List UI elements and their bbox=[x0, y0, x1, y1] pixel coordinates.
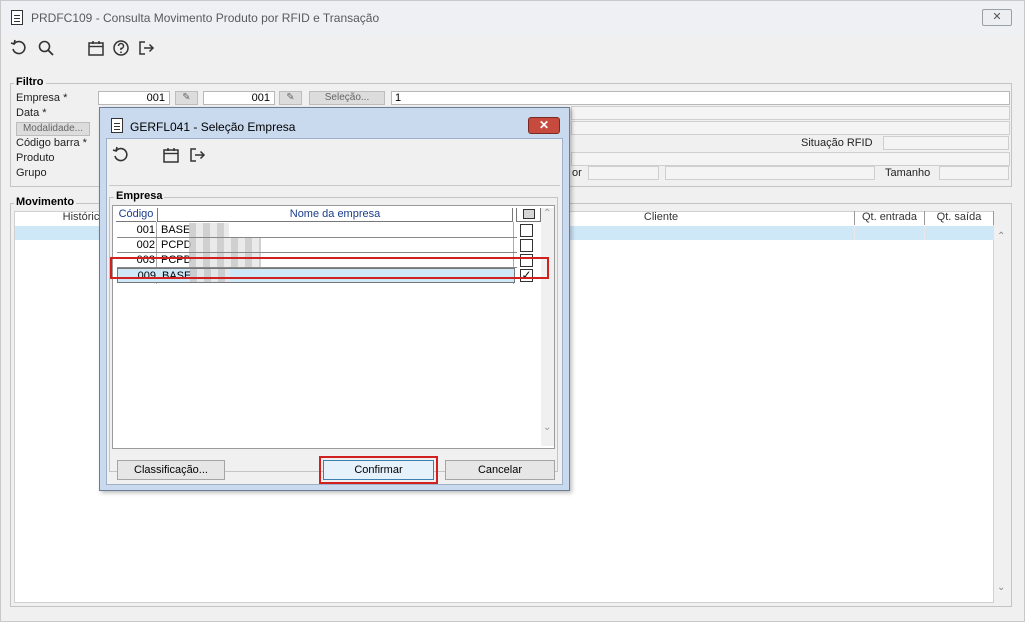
row-divider bbox=[924, 226, 925, 240]
movimento-title: Movimento bbox=[14, 196, 77, 208]
window-close-button[interactable]: ✕ bbox=[982, 9, 1012, 26]
grupo-label: Grupo bbox=[16, 167, 47, 179]
empresa-from-lookup-button[interactable]: ✎ bbox=[175, 91, 198, 105]
empresa-grid[interactable]: Código Nome da empresa 001 BASE 002 PCPD… bbox=[112, 205, 555, 449]
classificacao-button[interactable]: Classificação... bbox=[117, 460, 225, 480]
redacted-text bbox=[189, 223, 229, 237]
empresa-group-title: Empresa bbox=[114, 190, 165, 202]
col-qt-entrada[interactable]: Qt. entrada bbox=[854, 211, 924, 225]
dialog-exit-icon[interactable] bbox=[188, 146, 206, 164]
empresa-row[interactable]: 001 BASE bbox=[117, 223, 517, 238]
situacao-rfid-label: Situação RFID bbox=[801, 137, 873, 149]
produto-field[interactable] bbox=[571, 152, 1010, 166]
selecao-button[interactable]: Seleção... bbox=[309, 91, 385, 105]
empresa-to-lookup-button[interactable]: ✎ bbox=[279, 91, 302, 105]
empresa-label: Empresa * bbox=[16, 92, 68, 104]
confirmar-button[interactable]: Confirmar bbox=[323, 460, 434, 480]
select-all-icon[interactable] bbox=[523, 209, 535, 219]
redacted-text bbox=[189, 238, 261, 252]
cor-description-field[interactable] bbox=[665, 166, 875, 180]
col-nome-empresa[interactable]: Nome da empresa bbox=[157, 208, 513, 222]
modalidade-button[interactable]: Modalidade... bbox=[16, 122, 90, 136]
modalidade-field[interactable] bbox=[571, 121, 1010, 135]
dialog-title: GERFL041 - Seleção Empresa bbox=[130, 120, 296, 134]
title-bar: PRDFC109 - Consulta Movimento Produto po… bbox=[1, 1, 1024, 35]
cancelar-button[interactable]: Cancelar bbox=[445, 460, 555, 480]
search-icon[interactable] bbox=[37, 39, 55, 57]
tamanho-label: Tamanho bbox=[885, 167, 931, 179]
divider bbox=[109, 185, 560, 186]
scroll-up-icon[interactable]: ⌃ bbox=[997, 231, 1005, 242]
empresa-selection-field[interactable]: 1 bbox=[391, 91, 1010, 105]
dialog-close-button[interactable]: ✕ bbox=[528, 117, 560, 134]
calendar-icon[interactable] bbox=[87, 39, 105, 57]
scroll-up-icon[interactable]: ⌃ bbox=[543, 208, 551, 219]
situacao-rfid-field[interactable] bbox=[883, 136, 1009, 150]
data-field[interactable] bbox=[571, 106, 1010, 120]
row-checkbox[interactable] bbox=[520, 239, 533, 252]
dialog-body: Empresa Código Nome da empresa 001 BASE … bbox=[106, 138, 563, 485]
col-historico[interactable]: Históric bbox=[61, 211, 101, 225]
data-label: Data * bbox=[16, 107, 47, 119]
filtro-title: Filtro bbox=[14, 76, 46, 88]
refresh-icon[interactable] bbox=[10, 39, 28, 57]
dialog-calendar-icon[interactable] bbox=[162, 146, 180, 164]
col-codigo[interactable]: Código bbox=[116, 208, 156, 222]
scroll-down-icon[interactable]: ⌄ bbox=[543, 422, 551, 433]
dialog-refresh-icon[interactable] bbox=[112, 146, 130, 164]
col-qt-saida[interactable]: Qt. saída bbox=[924, 211, 994, 225]
row-divider bbox=[854, 226, 855, 240]
tamanho-field[interactable] bbox=[939, 166, 1009, 180]
produto-label: Produto bbox=[16, 152, 55, 164]
cor-label: or bbox=[572, 167, 582, 179]
empresa-from-field[interactable]: 001 bbox=[98, 91, 170, 105]
codigo-barra-label: Código barra * bbox=[16, 137, 87, 149]
scroll-down-icon[interactable]: ⌄ bbox=[997, 582, 1005, 593]
col-cliente[interactable]: Cliente bbox=[561, 211, 761, 225]
window-title: PRDFC109 - Consulta Movimento Produto po… bbox=[31, 11, 380, 25]
help-icon[interactable] bbox=[112, 39, 130, 57]
row-checkbox[interactable] bbox=[520, 224, 533, 237]
cor-field[interactable] bbox=[588, 166, 659, 180]
exit-icon[interactable] bbox=[137, 39, 155, 57]
movimento-scrollbar[interactable]: ⌃ ⌄ bbox=[994, 227, 1011, 603]
dialog-document-icon bbox=[111, 118, 123, 133]
selecao-empresa-dialog: GERFL041 - Seleção Empresa ✕ Empresa Cód… bbox=[99, 107, 570, 491]
selected-row-highlight bbox=[110, 257, 549, 279]
empresa-row[interactable]: 002 PCPD bbox=[117, 238, 517, 253]
document-icon bbox=[11, 10, 23, 25]
empresa-grid-scrollbar[interactable]: ⌃ ⌄ bbox=[541, 208, 554, 446]
col-select-all[interactable] bbox=[516, 208, 541, 222]
empresa-to-field[interactable]: 001 bbox=[203, 91, 275, 105]
